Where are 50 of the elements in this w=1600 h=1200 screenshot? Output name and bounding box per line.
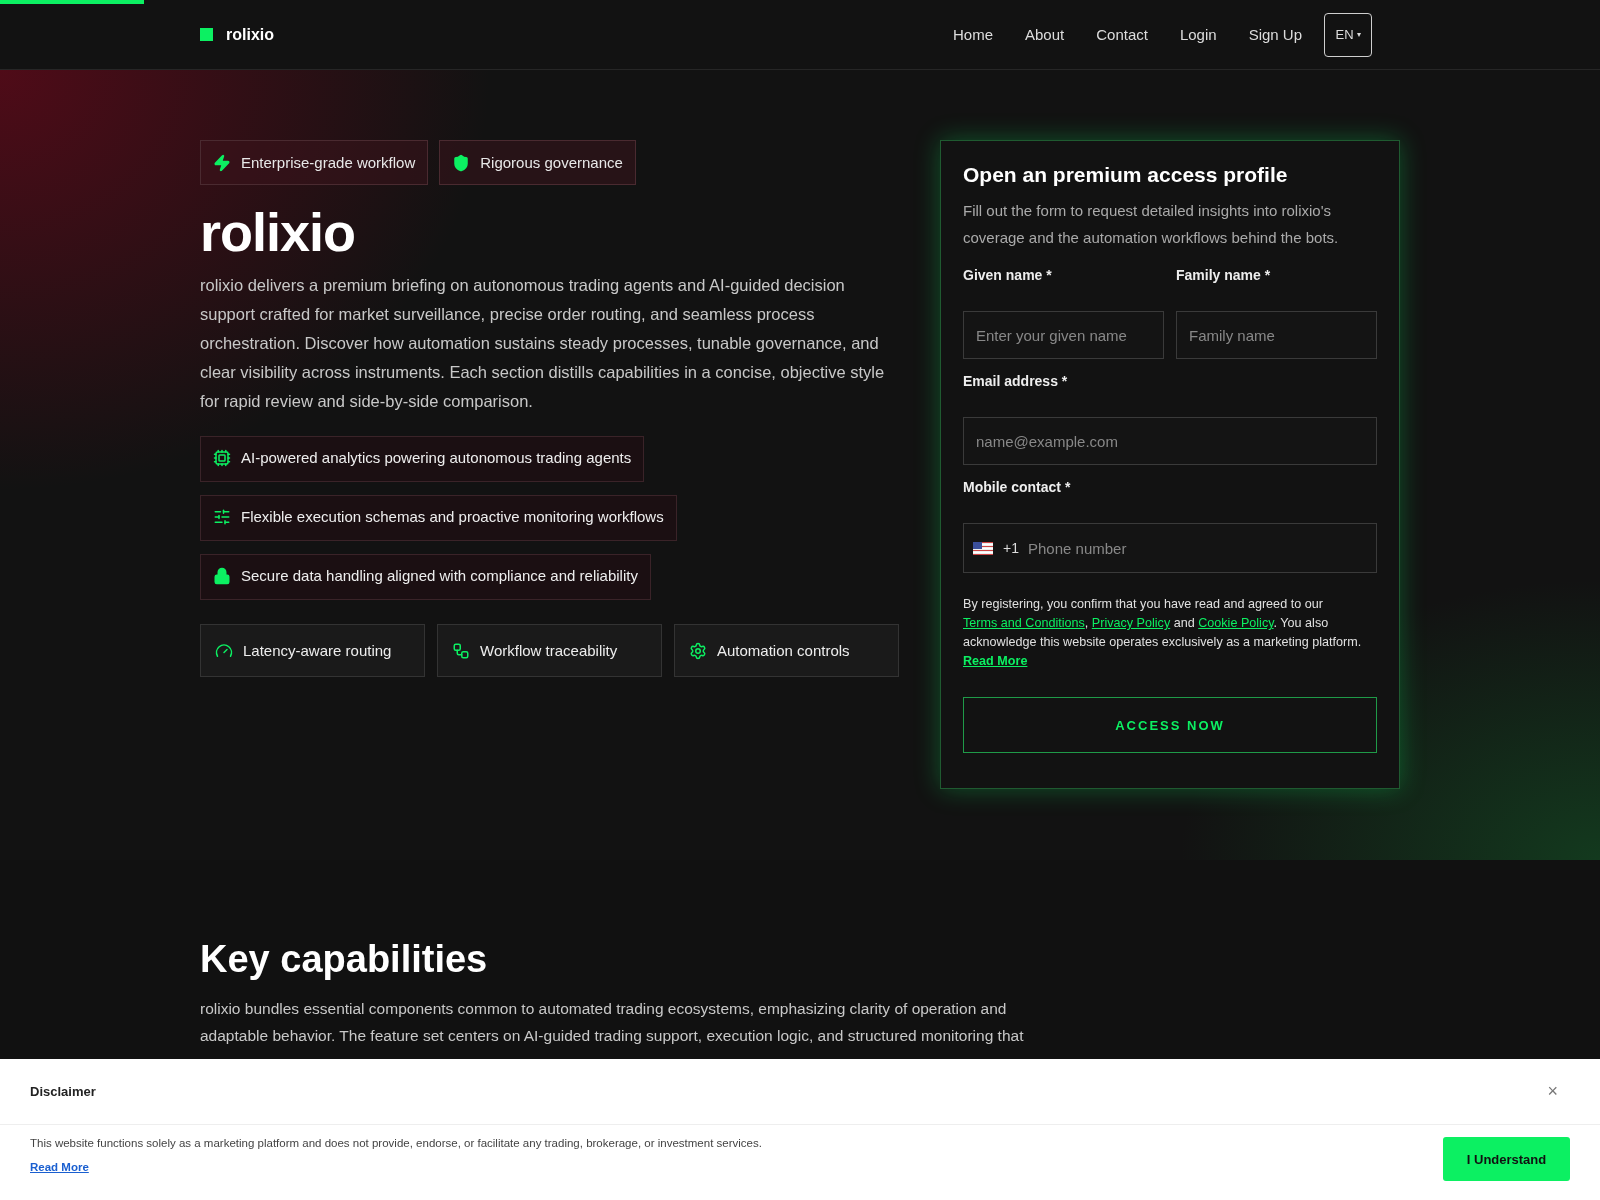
- badge-label: Enterprise-grade workflow: [241, 154, 416, 171]
- chip-icon: [213, 449, 231, 467]
- read-more-link[interactable]: Read More: [30, 1161, 762, 1173]
- gauge-icon: [215, 641, 233, 660]
- field-label: Mobile contact *: [963, 479, 1072, 495]
- field-label: Given name *: [963, 267, 1053, 283]
- consent-text: By registering, you confirm that you have read and agreed to our Terms and Conditions, Privacy Policy and Cookie Policy. You also acknowledge this website operates exclusively as a marketing platform. Read More: [963, 596, 1363, 670]
- nav-link[interactable]: About: [1025, 26, 1065, 43]
- terms-link[interactable]: Terms and Conditions: [963, 616, 1085, 630]
- field-label: Family name *: [1176, 267, 1272, 283]
- form-title: Open an premium access profile: [963, 163, 1289, 187]
- brand-name: rolixio: [226, 25, 274, 44]
- nav-link[interactable]: Contact: [1096, 26, 1148, 43]
- input-field[interactable]: Enter your given name: [963, 311, 1164, 359]
- workflow-icon: [452, 641, 470, 660]
- feature-label: Automation controls: [717, 642, 850, 659]
- lock-icon: [213, 567, 231, 585]
- badge-label: Rigorous governance: [480, 154, 623, 171]
- nav-link[interactable]: Home: [953, 26, 993, 43]
- logo-icon: [200, 28, 213, 41]
- sliders-icon: [213, 508, 231, 526]
- input-field[interactable]: name@example.com: [963, 417, 1377, 465]
- gear-icon: [689, 641, 707, 660]
- field-label: Email address *: [963, 373, 1069, 389]
- cookie-link[interactable]: Cookie Policy: [1198, 616, 1274, 630]
- disclaimer-text: This website functions solely as a marketing platform and does not provide, endorse, or facilitate any trading, brokerage, or investment services.: [30, 1137, 762, 1149]
- input-field[interactable]: Family name: [1176, 311, 1377, 359]
- hero-title: rolixio: [200, 201, 357, 263]
- disclaimer-title: Disclaimer: [30, 1084, 96, 1099]
- understand-button[interactable]: I Understand: [1443, 1137, 1570, 1181]
- read-more-link[interactable]: Read More: [963, 654, 1028, 668]
- lightning-icon: [213, 153, 231, 172]
- nav-link[interactable]: Login: [1179, 26, 1217, 43]
- feature-label: Workflow traceability: [480, 642, 618, 659]
- language-select[interactable]: EN ▾: [1324, 12, 1372, 57]
- shield-icon: [452, 153, 471, 172]
- section-text: rolixio bundles essential components common to automated trading ecosystems, emphasizing clarity of operation and adaptable behavior. The feature set centers on AI-guided trading support, execution logic, and structured monitoring that: [200, 999, 1025, 1046]
- close-button[interactable]: ×: [1541, 1080, 1564, 1103]
- privacy-link[interactable]: Privacy Policy: [1091, 616, 1171, 630]
- section-title: Key capabilities: [200, 938, 489, 981]
- flag-icon: [973, 541, 993, 555]
- highlight-text: AI-powered analytics powering autonomous trading agents: [241, 449, 632, 466]
- form-subtitle: Fill out the form to request detailed insights into rolixio's coverage and the automation workflows behind the bots.: [963, 201, 1340, 248]
- nav-link[interactable]: Sign Up: [1248, 26, 1302, 43]
- hero-intro: rolixio delivers a premium briefing on autonomous trading agents and AI-guided decision support crafted for market surveillance, precise order routing, and seamless process orchestration. Discover how automation sustains steady processes, tunable governance, and clear visibility across instruments. Each section distills capabilities in a concise, objective style for rapid review and side-by-side comparison.: [200, 275, 886, 412]
- highlight-text: Secure data handling aligned with compliance and reliability: [241, 567, 638, 584]
- highlight-text: Flexible execution schemas and proactive monitoring workflows: [241, 508, 664, 525]
- access-button[interactable]: ACCESS NOW: [963, 697, 1377, 753]
- feature-label: Latency-aware routing: [243, 642, 392, 659]
- dial-code[interactable]: +1: [1003, 540, 1019, 556]
